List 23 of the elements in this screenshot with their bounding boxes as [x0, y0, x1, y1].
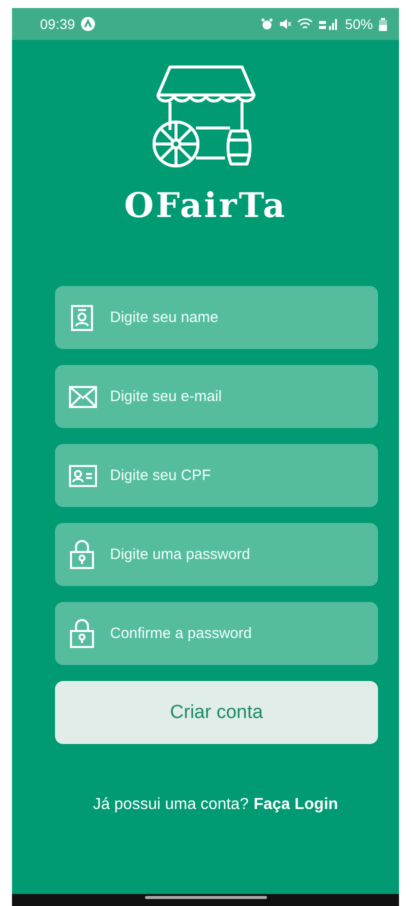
login-prompt: Já possui uma conta? [92, 796, 249, 814]
padlock-icon [69, 618, 95, 648]
status-time: 09:39 [40, 16, 76, 32]
wifi-icon [296, 18, 313, 30]
battery-icon [379, 18, 387, 30]
id-card-icon [69, 464, 97, 486]
login-link[interactable]: Faça Login [254, 796, 338, 814]
input-field[interactable]: Digite seu e-mail [55, 365, 378, 428]
input-field[interactable]: Digite seu CPF [55, 444, 378, 507]
create-account-button[interactable]: Criar conta [55, 681, 378, 744]
mute-icon [278, 18, 291, 30]
battery-percent: 50% [344, 16, 373, 32]
app-notification-icon [81, 17, 96, 31]
input-field[interactable]: Digite uma password [55, 523, 378, 586]
input-field[interactable]: Confirme a password [55, 602, 378, 665]
envelope-icon [69, 386, 97, 408]
home-indicator[interactable] [144, 896, 266, 899]
input-field[interactable]: Digite seu name [55, 286, 378, 349]
id-badge-icon [69, 304, 95, 332]
alarm-icon [260, 18, 273, 30]
signal-icon [318, 18, 339, 30]
app-title: OFairTa [124, 186, 287, 226]
padlock-icon [69, 540, 95, 570]
